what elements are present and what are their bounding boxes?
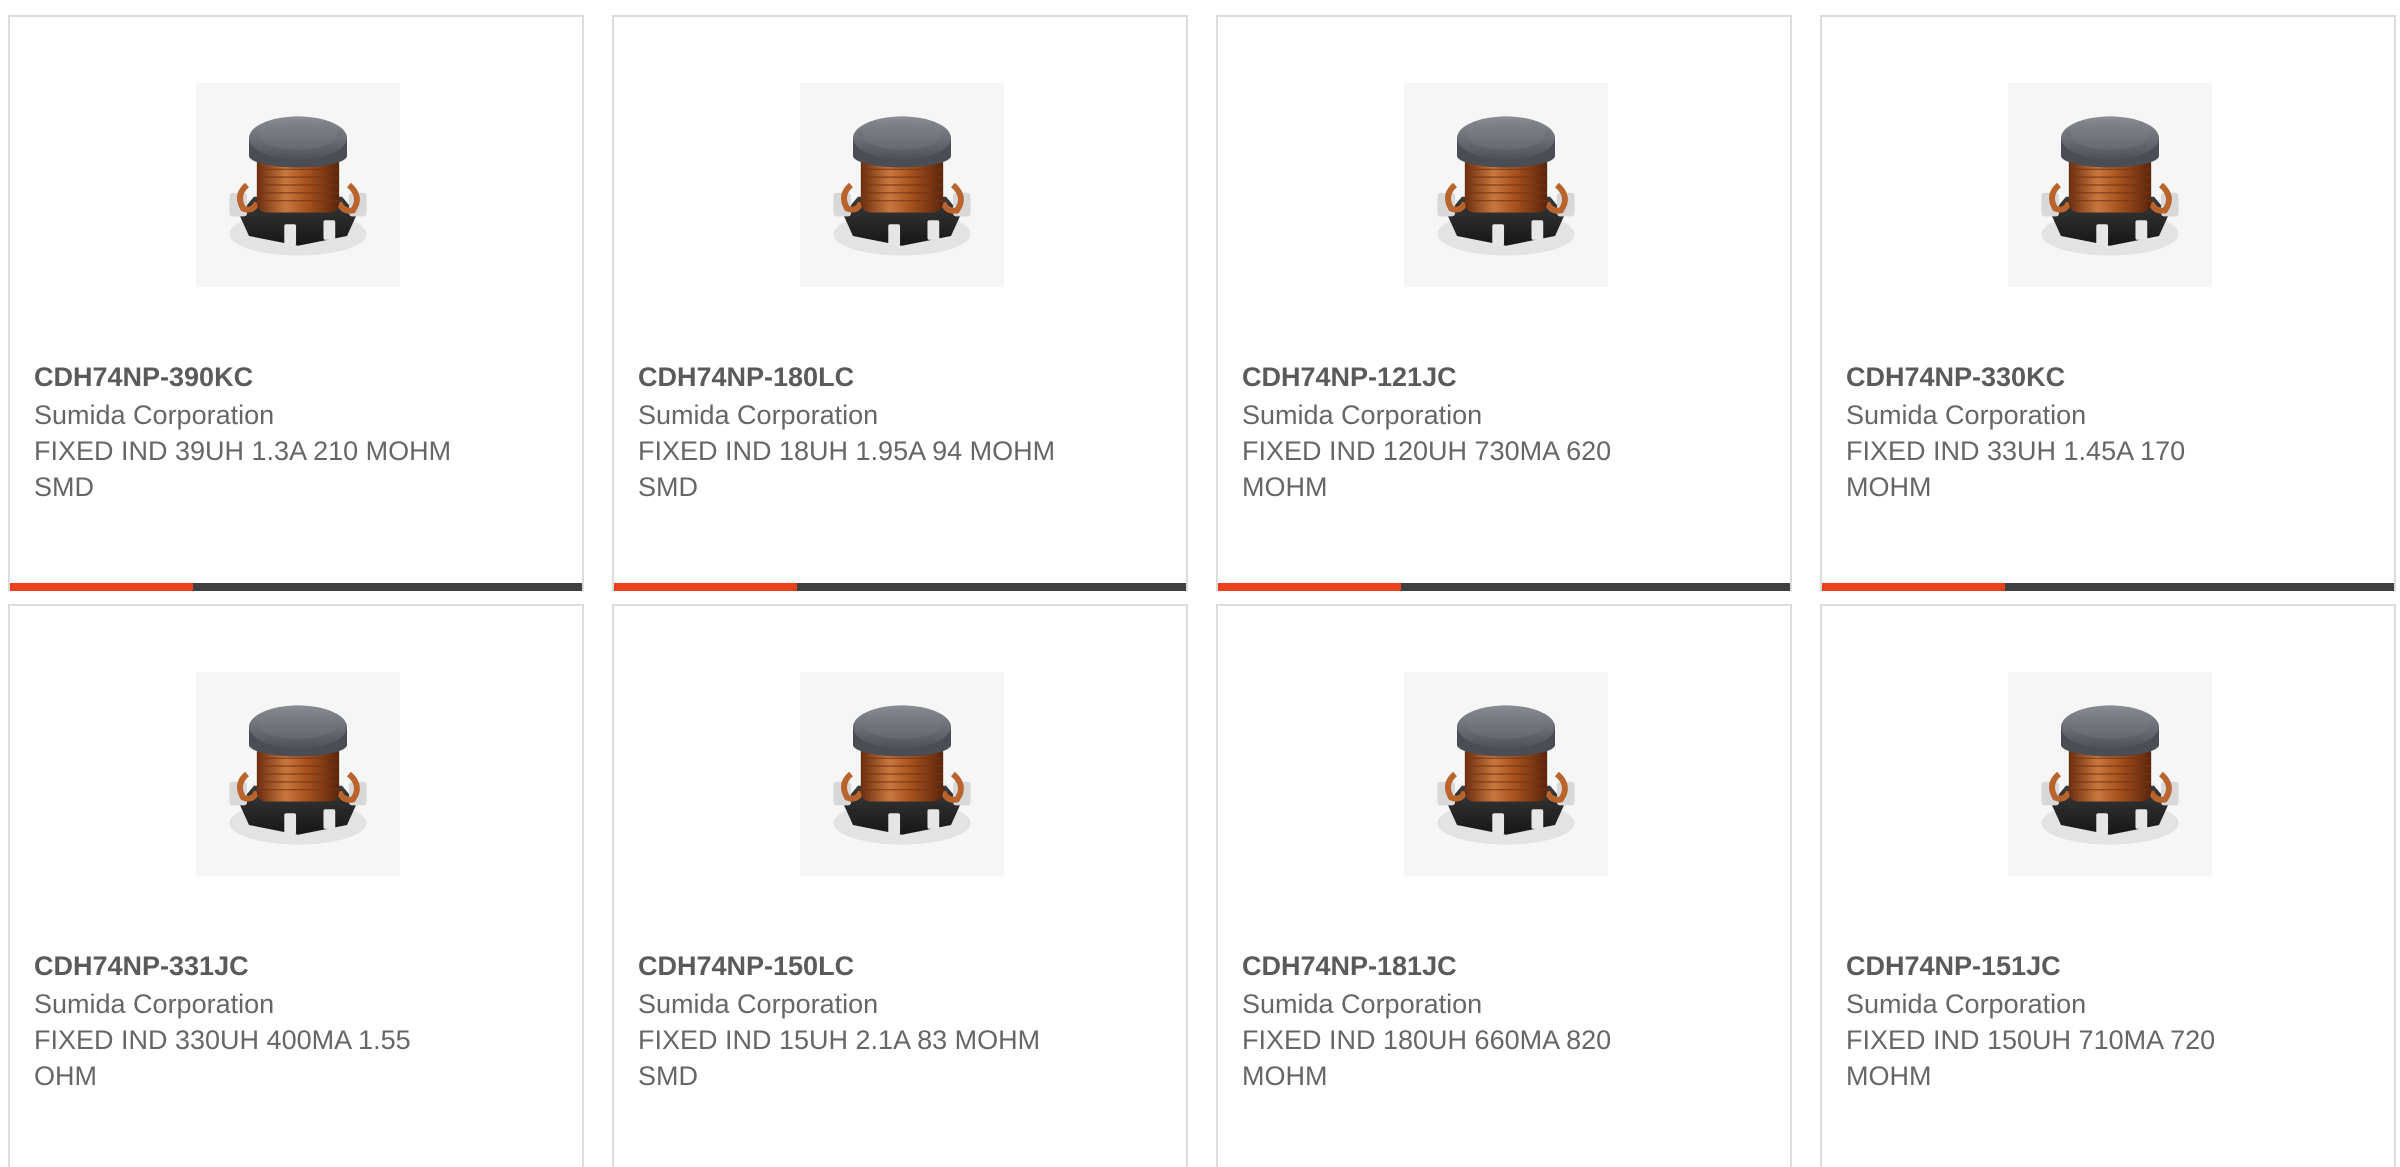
product-card[interactable]: CDH74NP-331JC Sumida Corporation FIXED I… <box>8 604 584 1167</box>
progress-bar <box>614 583 1186 591</box>
part-number[interactable]: CDH74NP-330KC <box>1846 359 2276 395</box>
product-card[interactable]: CDH74NP-151JC Sumida Corporation FIXED I… <box>1820 604 2396 1167</box>
inductor-icon <box>1408 87 1604 283</box>
product-image[interactable] <box>800 83 1004 287</box>
product-image[interactable] <box>196 672 400 876</box>
manufacturer: Sumida Corporation <box>1242 400 1483 430</box>
product-image[interactable] <box>1404 672 1608 876</box>
product-image[interactable] <box>2008 672 2212 876</box>
manufacturer: Sumida Corporation <box>638 989 879 1019</box>
inductor-icon <box>2012 87 2208 283</box>
product-image[interactable] <box>196 83 400 287</box>
product-image[interactable] <box>1404 83 1608 287</box>
part-number[interactable]: CDH74NP-121JC <box>1242 359 1672 395</box>
product-info: CDH74NP-180LC Sumida Corporation FIXED I… <box>638 359 1068 505</box>
product-card[interactable]: CDH74NP-181JC Sumida Corporation FIXED I… <box>1216 604 1792 1167</box>
product-info: CDH74NP-151JC Sumida Corporation FIXED I… <box>1846 948 2276 1094</box>
part-number[interactable]: CDH74NP-180LC <box>638 359 1068 395</box>
product-grid: CDH74NP-390KC Sumida Corporation FIXED I… <box>0 0 2400 1167</box>
part-number[interactable]: CDH74NP-150LC <box>638 948 1068 984</box>
product-info: CDH74NP-330KC Sumida Corporation FIXED I… <box>1846 359 2276 505</box>
product-info: CDH74NP-181JC Sumida Corporation FIXED I… <box>1242 948 1672 1094</box>
inductor-icon <box>804 87 1000 283</box>
product-description: FIXED IND 18UH 1.95A 94 MOHM SMD <box>638 436 1056 502</box>
product-card[interactable]: CDH74NP-180LC Sumida Corporation FIXED I… <box>612 15 1188 591</box>
progress-bar <box>1218 583 1790 591</box>
product-card[interactable]: CDH74NP-330KC Sumida Corporation FIXED I… <box>1820 15 2396 591</box>
product-description: FIXED IND 39UH 1.3A 210 MOHM SMD <box>34 436 452 502</box>
product-card[interactable]: CDH74NP-390KC Sumida Corporation FIXED I… <box>8 15 584 591</box>
inductor-icon <box>1408 676 1604 872</box>
part-number[interactable]: CDH74NP-151JC <box>1846 948 2276 984</box>
manufacturer: Sumida Corporation <box>1242 989 1483 1019</box>
product-description: FIXED IND 150UH 710MA 720 MOHM <box>1846 1025 2216 1091</box>
manufacturer: Sumida Corporation <box>34 400 275 430</box>
product-description: FIXED IND 330UH 400MA 1.55 OHM <box>34 1025 411 1091</box>
progress-fill <box>1218 583 1402 591</box>
progress-bar <box>1822 583 2394 591</box>
manufacturer: Sumida Corporation <box>34 989 275 1019</box>
product-image[interactable] <box>800 672 1004 876</box>
manufacturer: Sumida Corporation <box>638 400 879 430</box>
product-info: CDH74NP-390KC Sumida Corporation FIXED I… <box>34 359 464 505</box>
manufacturer: Sumida Corporation <box>1846 989 2087 1019</box>
part-number[interactable]: CDH74NP-331JC <box>34 948 464 984</box>
product-description: FIXED IND 180UH 660MA 820 MOHM <box>1242 1025 1612 1091</box>
product-image[interactable] <box>2008 83 2212 287</box>
progress-fill <box>614 583 798 591</box>
inductor-icon <box>200 676 396 872</box>
progress-bar <box>10 583 582 591</box>
product-info: CDH74NP-150LC Sumida Corporation FIXED I… <box>638 948 1068 1094</box>
product-info: CDH74NP-121JC Sumida Corporation FIXED I… <box>1242 359 1672 505</box>
product-card[interactable]: CDH74NP-121JC Sumida Corporation FIXED I… <box>1216 15 1792 591</box>
inductor-icon <box>200 87 396 283</box>
product-description: FIXED IND 15UH 2.1A 83 MOHM SMD <box>638 1025 1041 1091</box>
progress-fill <box>10 583 194 591</box>
product-description: FIXED IND 120UH 730MA 620 MOHM <box>1242 436 1612 502</box>
product-info: CDH74NP-331JC Sumida Corporation FIXED I… <box>34 948 464 1094</box>
manufacturer: Sumida Corporation <box>1846 400 2087 430</box>
inductor-icon <box>2012 676 2208 872</box>
product-description: FIXED IND 33UH 1.45A 170 MOHM <box>1846 436 2186 502</box>
part-number[interactable]: CDH74NP-390KC <box>34 359 464 395</box>
inductor-icon <box>804 676 1000 872</box>
part-number[interactable]: CDH74NP-181JC <box>1242 948 1672 984</box>
progress-fill <box>1822 583 2006 591</box>
product-card[interactable]: CDH74NP-150LC Sumida Corporation FIXED I… <box>612 604 1188 1167</box>
